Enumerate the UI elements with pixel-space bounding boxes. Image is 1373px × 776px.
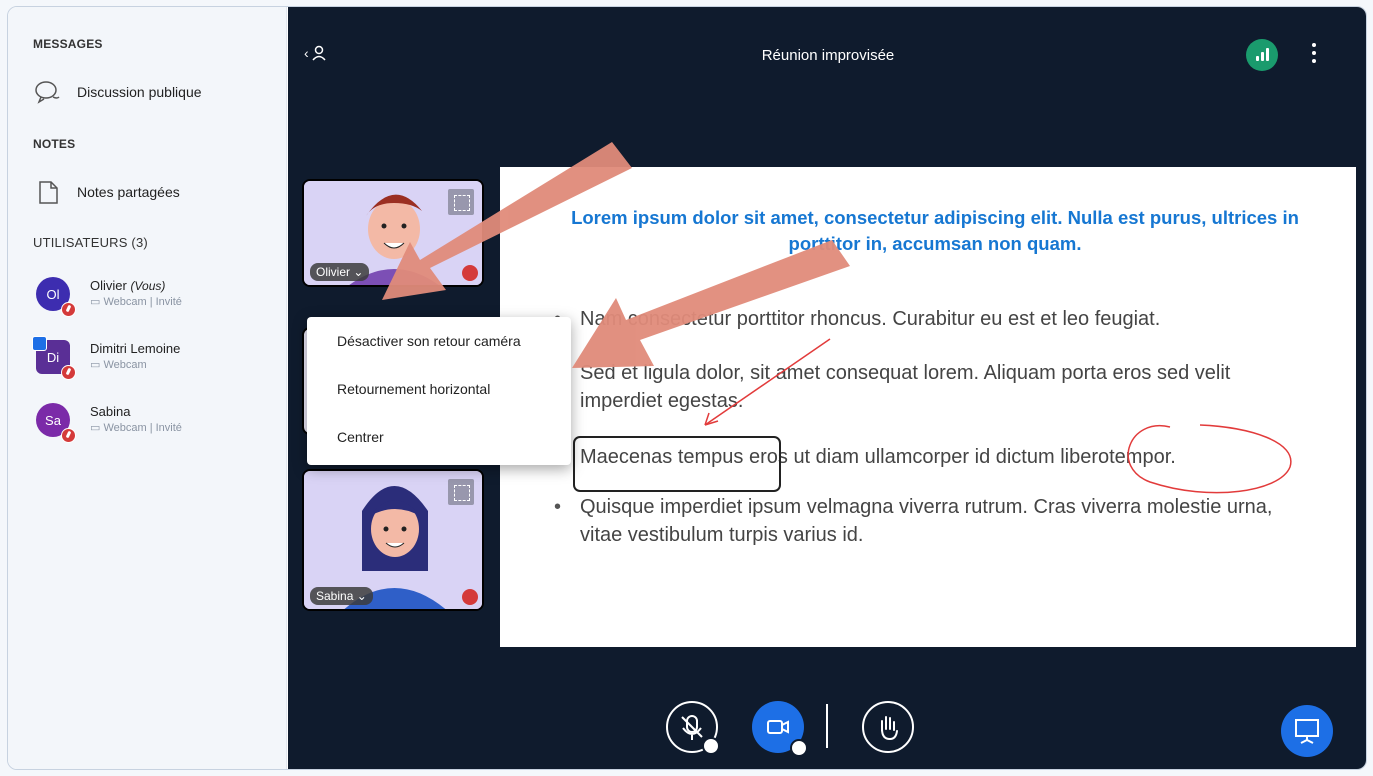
app-frame: MESSAGES Discussion publique NOTES Notes… bbox=[7, 6, 1367, 770]
audio-options-chevron-icon[interactable] bbox=[702, 737, 720, 755]
annotation-circle bbox=[1127, 424, 1292, 494]
menu-item-disable-self-view[interactable]: Désactiver son retour caméra bbox=[307, 317, 571, 365]
whiteboard-annotations bbox=[573, 338, 1292, 494]
messages-section-title: MESSAGES bbox=[33, 37, 103, 51]
video-tile-olivier[interactable]: Olivier ⌄ bbox=[302, 179, 484, 287]
shared-notes-item[interactable]: Notes partagées bbox=[33, 177, 180, 207]
avatar: Sa bbox=[36, 403, 76, 443]
avatar-initials: Ol bbox=[46, 286, 60, 302]
notes-section-title: NOTES bbox=[33, 137, 76, 151]
users-section-title: UTILISATEURS (3) bbox=[33, 235, 148, 250]
webcam-button[interactable] bbox=[752, 701, 808, 757]
meeting-title: Réunion improvisée bbox=[761, 47, 895, 64]
muted-icon bbox=[61, 365, 76, 380]
chat-icon bbox=[35, 81, 60, 104]
user-row-olivier[interactable]: Ol Olivier (Vous) ▭ Webcam | Invité bbox=[36, 277, 182, 317]
annotation-rectangle bbox=[573, 436, 781, 492]
avatar: Di bbox=[32, 336, 76, 380]
user-name: Dimitri Lemoine bbox=[90, 341, 181, 356]
tile-name-label[interactable]: Olivier ⌄ bbox=[310, 263, 370, 281]
annotation-arrow bbox=[704, 338, 831, 426]
presentation-icon bbox=[1295, 719, 1319, 744]
notes-icon bbox=[39, 181, 58, 204]
video-options-chevron-icon[interactable] bbox=[790, 739, 808, 757]
connection-status-icon[interactable] bbox=[1246, 39, 1278, 71]
user-name: Sabina bbox=[90, 404, 131, 419]
video-tile-sabina[interactable]: Sabina ⌄ bbox=[302, 469, 484, 611]
user-role: ▭ Webcam | Invité bbox=[90, 296, 182, 308]
presenter-icon bbox=[32, 336, 47, 351]
user-row-dimitri[interactable]: Di Dimitri Lemoine ▭ Webcam bbox=[32, 336, 181, 380]
presentation-button[interactable] bbox=[1281, 705, 1333, 757]
tile-name-label[interactable]: Sabina ⌄ bbox=[310, 587, 373, 605]
controls-divider bbox=[826, 704, 828, 748]
more-options-icon[interactable] bbox=[1312, 43, 1316, 67]
muted-icon bbox=[462, 265, 478, 281]
user-name: Olivier (Vous) bbox=[90, 278, 166, 293]
avatar-initials: Di bbox=[46, 349, 60, 365]
raise-hand-button[interactable] bbox=[862, 701, 914, 753]
fullscreen-icon[interactable] bbox=[448, 479, 474, 505]
unmute-button[interactable] bbox=[666, 701, 720, 755]
sidebar: MESSAGES Discussion publique NOTES Notes… bbox=[8, 7, 287, 769]
avatar: Ol bbox=[36, 277, 76, 317]
user-row-sabina[interactable]: Sa Sabina ▭ Webcam | Invité bbox=[36, 403, 182, 443]
presentation-slide: Lorem ipsum dolor sit amet, consectetur … bbox=[500, 167, 1356, 647]
muted-icon bbox=[61, 428, 76, 443]
hand-icon bbox=[881, 716, 898, 741]
muted-icon bbox=[462, 589, 478, 605]
user-role: ▭ Webcam bbox=[90, 359, 147, 371]
menu-item-center[interactable]: Centrer bbox=[307, 413, 571, 461]
muted-icon bbox=[61, 302, 76, 317]
webcam-context-menu: Désactiver son retour caméra Retournemen… bbox=[307, 317, 571, 465]
public-chat-item[interactable]: Discussion publique bbox=[33, 77, 202, 107]
avatar-initials: Sa bbox=[45, 412, 61, 428]
menu-item-mirror[interactable]: Retournement horizontal bbox=[307, 365, 571, 413]
fullscreen-icon[interactable] bbox=[448, 189, 474, 215]
public-chat-label: Discussion publique bbox=[77, 84, 202, 100]
user-role: ▭ Webcam | Invité bbox=[90, 422, 182, 434]
shared-notes-label: Notes partagées bbox=[77, 184, 180, 200]
